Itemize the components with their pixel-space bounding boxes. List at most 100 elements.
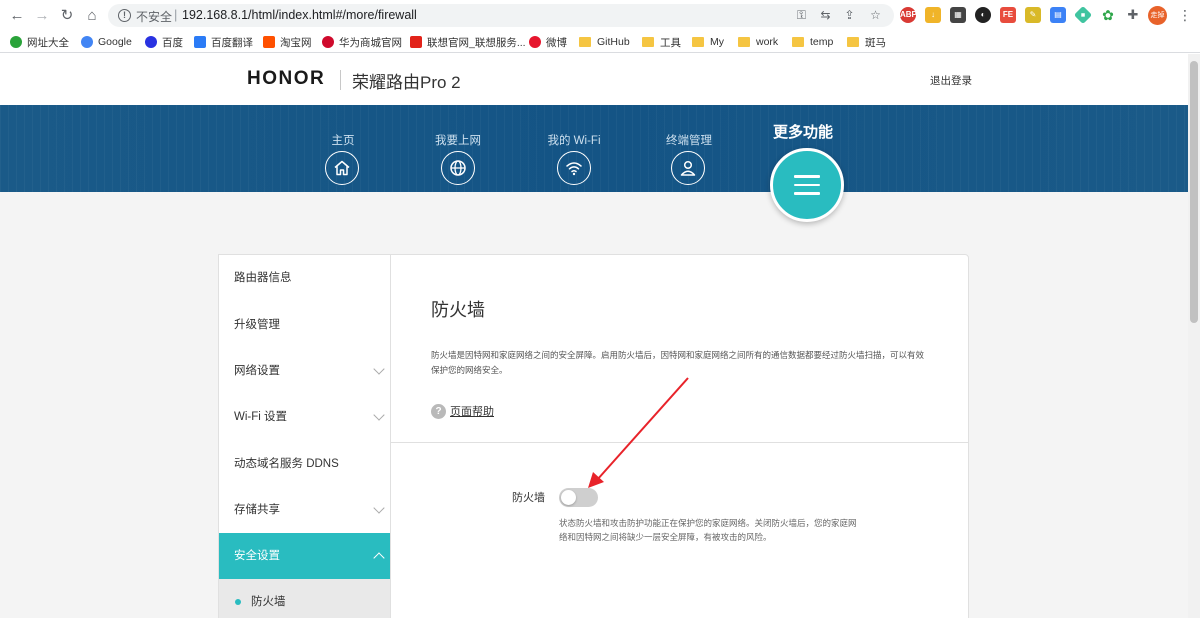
- bookmark-item[interactable]: Google: [81, 34, 132, 50]
- sidebar-item-label: 安全设置: [234, 550, 280, 562]
- nav-more-label[interactable]: 更多功能: [773, 121, 833, 142]
- bookmark-label: 网址大全: [27, 36, 69, 49]
- profile-avatar[interactable]: 走掉: [1148, 6, 1167, 25]
- bookmark-item[interactable]: 淘宝网: [263, 34, 312, 50]
- sidebar-item-router-info[interactable]: 路由器信息: [219, 255, 391, 301]
- globe-icon: [450, 160, 466, 176]
- folder-icon: [642, 37, 654, 47]
- product-name: 荣耀路由Pro 2: [352, 73, 461, 92]
- bookmark-item[interactable]: 百度: [145, 34, 183, 50]
- fe-extension-icon[interactable]: FE: [1000, 7, 1016, 23]
- section-divider: [391, 442, 968, 443]
- extension-icon-7[interactable]: ▤: [1050, 7, 1066, 23]
- extension-icon-9[interactable]: ✿: [1100, 7, 1116, 23]
- banner-texture: [0, 105, 1188, 192]
- extension-icon-6[interactable]: ✎: [1025, 7, 1041, 23]
- chevron-down-icon: [373, 502, 385, 514]
- nav-banner: 主页 我要上网 我的 Wi-Fi 终端管理 更多功能: [0, 105, 1188, 192]
- bookmark-item[interactable]: 微博: [529, 34, 567, 50]
- bookmark-item[interactable]: 华为商城官网: [322, 34, 402, 50]
- forward-arrow-icon[interactable]: →: [33, 7, 51, 25]
- bookmark-folder[interactable]: GitHub: [579, 34, 630, 50]
- page-scrollbar[interactable]: [1188, 54, 1200, 618]
- bookmark-label: My: [710, 36, 724, 48]
- nav-wifi-label[interactable]: 我的 Wi-Fi: [529, 132, 619, 148]
- bookmark-favicon-icon: [10, 36, 22, 48]
- bookmark-label: temp: [810, 36, 834, 48]
- not-secure-icon[interactable]: !: [118, 9, 131, 22]
- router-page: HONOR 荣耀路由Pro 2 退出登录 主页 我要上网 我的 Wi-Fi 终端…: [0, 54, 1188, 618]
- nav-home-label[interactable]: 主页: [298, 132, 388, 148]
- bookmark-folder[interactable]: 斑马: [847, 34, 886, 50]
- user-icon: [680, 160, 696, 176]
- sidebar-item-ddns[interactable]: 动态域名服务 DDNS: [219, 441, 391, 487]
- toggle-knob: [561, 490, 576, 505]
- browser-menu-icon[interactable]: ⋮: [1178, 6, 1192, 25]
- menu-bar-icon: [794, 192, 820, 195]
- sidebar-item-storage[interactable]: 存储共享: [219, 487, 391, 533]
- sidebar-item-label: 路由器信息: [234, 272, 292, 284]
- page-help-link[interactable]: ? 页面帮助: [431, 403, 494, 419]
- bookmark-label: work: [756, 36, 779, 48]
- sidebar-item-network[interactable]: 网络设置: [219, 348, 391, 394]
- puzzle-extensions-icon[interactable]: ✚: [1125, 7, 1141, 23]
- chevron-down-icon: [373, 409, 385, 421]
- baidu-icon: [145, 36, 157, 48]
- sidebar-item-upgrade[interactable]: 升级管理: [219, 302, 391, 348]
- bookmark-item[interactable]: 联想官网_联想服务...: [410, 34, 526, 50]
- not-secure-label: 不安全: [136, 10, 173, 24]
- bookmark-star-icon[interactable]: ☆: [868, 8, 883, 23]
- sidebar-item-security[interactable]: 安全设置: [219, 533, 391, 579]
- bookmark-label: GitHub: [597, 36, 630, 48]
- home-button-icon[interactable]: ⌂: [83, 7, 101, 25]
- logout-link[interactable]: 退出登录: [930, 73, 972, 88]
- folder-icon: [792, 37, 804, 47]
- firewall-panel: 防火墙 防火墙是因特网和家庭网络之间的安全屏障。启用防火墙后，因特网和家庭网络之…: [390, 254, 969, 618]
- reload-icon[interactable]: ↻: [58, 7, 76, 25]
- nav-wifi-button[interactable]: [557, 151, 591, 185]
- address-bar[interactable]: ! 不安全 | 192.168.8.1/html/index.html#/mor…: [108, 4, 894, 27]
- firewall-toggle-label: 防火墙: [512, 492, 545, 504]
- url-text[interactable]: 192.168.8.1/html/index.html#/more/firewa…: [182, 8, 417, 22]
- translate-icon[interactable]: ⇆: [818, 8, 833, 23]
- active-dot-icon: [235, 599, 241, 605]
- nav-internet-label[interactable]: 我要上网: [413, 132, 503, 148]
- share-icon[interactable]: ⇪: [842, 8, 857, 23]
- download-extension-icon[interactable]: ↓: [925, 7, 941, 23]
- bookmark-folder[interactable]: temp: [792, 34, 833, 50]
- taobao-icon: [263, 36, 275, 48]
- nav-internet-button[interactable]: [441, 151, 475, 185]
- nav-home-button[interactable]: [325, 151, 359, 185]
- sidebar-item-label: 存储共享: [234, 504, 280, 516]
- sidebar-item-label: 动态域名服务 DDNS: [234, 458, 339, 470]
- more-features-button[interactable]: [770, 148, 844, 222]
- bookmark-folder[interactable]: My: [692, 34, 724, 50]
- bookmark-item[interactable]: 百度翻译: [194, 34, 253, 50]
- extension-icon-4[interactable]: ◐: [975, 7, 991, 23]
- folder-icon: [847, 37, 859, 47]
- bookmark-folder[interactable]: work: [738, 34, 778, 50]
- sidebar-subitem-firewall[interactable]: 防火墙: [219, 579, 391, 618]
- scrollbar-thumb[interactable]: [1190, 61, 1198, 323]
- firewall-toggle-description: 状态防火墙和攻击防护功能正在保护您的家庭网络。关闭防火墙后，您的家庭网络和因特网…: [559, 518, 857, 542]
- bookmark-folder[interactable]: 工具: [642, 34, 681, 50]
- bookmark-label: Google: [98, 36, 132, 48]
- nav-devices-button[interactable]: [671, 151, 705, 185]
- firewall-toggle[interactable]: [559, 488, 598, 507]
- chevron-down-icon: [373, 363, 385, 375]
- sidebar-item-label: 升级管理: [234, 319, 280, 331]
- bookmark-item[interactable]: 网址大全: [10, 34, 69, 50]
- page-help-label: 页面帮助: [450, 406, 494, 418]
- back-arrow-icon[interactable]: ←: [8, 7, 26, 25]
- menu-bar-icon: [794, 183, 820, 187]
- adblock-extension-icon[interactable]: ABP: [900, 7, 917, 23]
- sidebar-item-label: 防火墙: [251, 596, 286, 608]
- settings-sidebar: 路由器信息 升级管理 网络设置 Wi-Fi 设置 动态域名服务 DDNS 存储共…: [218, 254, 391, 618]
- qrcode-extension-icon[interactable]: ▦: [950, 7, 966, 23]
- vue-devtools-icon[interactable]: ◆: [1073, 5, 1093, 25]
- sidebar-item-wifi[interactable]: Wi-Fi 设置: [219, 394, 391, 440]
- translate-bookmark-icon: [194, 36, 206, 48]
- nav-devices-label[interactable]: 终端管理: [644, 132, 734, 148]
- key-icon[interactable]: ⚿: [794, 8, 809, 23]
- page-title: 防火墙: [431, 300, 485, 320]
